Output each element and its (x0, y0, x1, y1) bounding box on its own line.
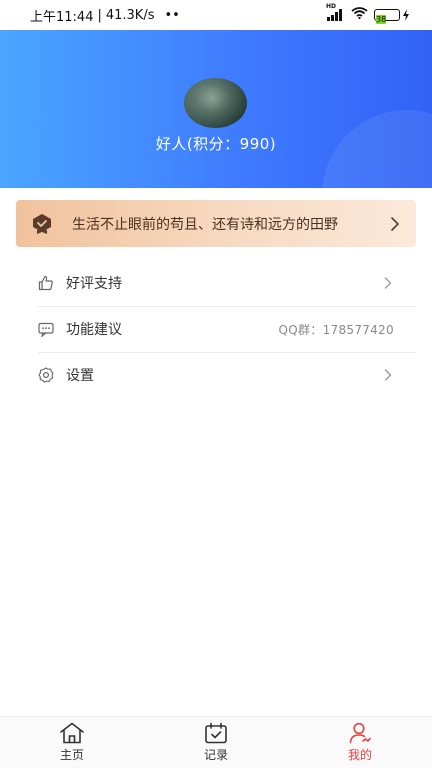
calendar-check-icon (203, 722, 229, 744)
menu-label: 好评支持 (66, 276, 122, 292)
banner-text: 生活不止眼前的苟且、还有诗和远方的田野 (72, 216, 338, 233)
status-time: 上午11:44 (30, 9, 94, 25)
gear-icon (38, 367, 54, 383)
battery-level: 38 (376, 15, 387, 24)
tab-records[interactable]: 记录 (144, 717, 288, 768)
avatar[interactable] (184, 78, 247, 128)
tab-mine[interactable]: 我的 (288, 717, 432, 768)
chevron-right-icon (388, 216, 402, 231)
menu-item-rating[interactable]: 好评支持 (0, 260, 432, 306)
user-name: 好人(积分：990) (155, 135, 277, 153)
status-bar: 上午11:44 | 41.3K/s •• HD 38 (0, 0, 432, 30)
motto-banner[interactable]: 生活不止眼前的苟且、还有诗和远方的田野 (16, 200, 416, 247)
qq-group-value: QQ群：178577420 (278, 322, 394, 337)
medal-icon (30, 212, 54, 236)
battery-icon: 38 (374, 9, 410, 24)
message-dots-icon (38, 321, 54, 337)
wifi-icon (351, 7, 368, 23)
thumbs-up-icon (38, 275, 54, 291)
tab-home[interactable]: 主页 (0, 717, 144, 768)
tab-label: 记录 (203, 748, 228, 762)
user-icon (347, 722, 373, 744)
hd-label: HD (326, 3, 337, 10)
menu-item-feedback[interactable]: 功能建议 QQ群：178577420 (0, 306, 432, 352)
menu-label: 功能建议 (66, 322, 122, 338)
signal-icon: HD (326, 3, 345, 21)
status-separator: | (97, 7, 102, 23)
tab-label: 我的 (347, 748, 372, 762)
chevron-right-icon (382, 369, 394, 381)
status-left: 上午11:44 | 41.3K/s •• (30, 6, 180, 25)
status-net-speed: 41.3K/s (105, 7, 155, 23)
profile-header: 好人(积分：990) (0, 26, 432, 188)
status-dots: •• (164, 7, 180, 23)
settings-menu: 好评支持 功能建议 QQ群：178577420 设置 (0, 260, 432, 398)
bottom-tab-bar: 主页 记录 我的 (0, 716, 432, 768)
home-icon (59, 722, 85, 744)
status-right: HD 38 (326, 3, 410, 24)
chevron-right-icon (382, 277, 394, 289)
menu-label: 设置 (66, 368, 94, 384)
menu-item-settings[interactable]: 设置 (0, 352, 432, 398)
tab-label: 主页 (59, 748, 84, 762)
